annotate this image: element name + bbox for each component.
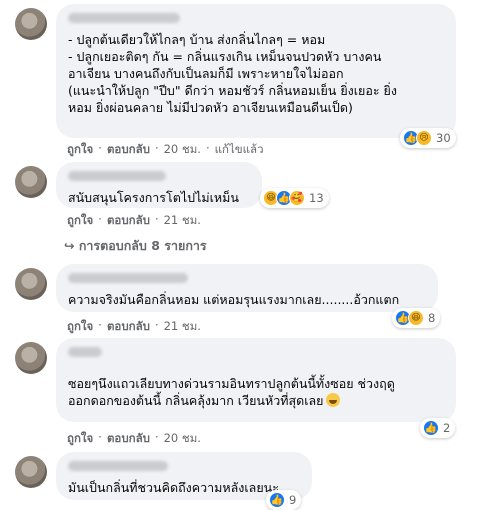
- view-replies-link[interactable]: ↪ การตอบกลับ 8 รายการ: [64, 236, 207, 256]
- timestamp[interactable]: 21 ชม.: [164, 212, 201, 230]
- comment-actions: ถูกใจ · ตอบกลับ · 20 ชม.: [67, 430, 201, 448]
- reaction-summary[interactable]: 👍 😆 8: [392, 308, 441, 328]
- separator: ·: [154, 141, 159, 155]
- reaction-summary[interactable]: 👍 2: [420, 418, 456, 438]
- haha-reaction-icon: 😆: [408, 310, 424, 326]
- reaction-summary[interactable]: 😆 👍 🥰 13: [260, 188, 329, 208]
- comment-text: ความจริงมันคือกลิ่นหอม แต่หอมรุนแรงมากเล…: [68, 292, 400, 307]
- separator: ·: [154, 212, 159, 226]
- comment-bubble: ซอยๆนึงแถวเลียบทางด่วนรามอินทราปลูกต้นนี…: [56, 338, 456, 422]
- separator: ·: [205, 141, 210, 155]
- reaction-summary[interactable]: 👍 😢 30: [400, 128, 456, 148]
- comment-bubble: - ปลูกต้นเดียวให้ไกลๆ บ้าน ส่งกลิ่นไกลๆ …: [56, 4, 456, 138]
- like-reaction-icon: 👍: [269, 492, 285, 508]
- like-button[interactable]: ถูกใจ: [67, 141, 93, 159]
- like-button[interactable]: ถูกใจ: [67, 430, 93, 448]
- author-name-blurred[interactable]: [68, 461, 168, 471]
- like-button[interactable]: ถูกใจ: [67, 318, 93, 336]
- reply-button[interactable]: ตอบกลับ: [107, 212, 150, 230]
- comment-actions: ถูกใจ · ตอบกลับ · 21 ชม.: [67, 318, 201, 336]
- comment-bubble: ความจริงมันคือกลิ่นหอม แต่หอมรุนแรงมากเล…: [56, 264, 438, 312]
- separator: ·: [98, 212, 102, 226]
- reaction-count: 30: [436, 131, 451, 145]
- reply-button[interactable]: ตอบกลับ: [107, 430, 150, 448]
- comment-text: - ปลูกต้นเดียวให้ไกลๆ บ้าน ส่งกลิ่นไกลๆ …: [68, 32, 397, 115]
- reply-button[interactable]: ตอบกลับ: [107, 318, 150, 336]
- timestamp[interactable]: 20 ชม.: [164, 430, 201, 448]
- comment-text-content: ซอยๆนึงแถวเลียบทางด่วนรามอินทราปลูกต้นนี…: [68, 376, 395, 408]
- reaction-count: 13: [309, 191, 324, 205]
- separator: ·: [98, 141, 102, 155]
- separator: ·: [154, 430, 159, 444]
- author-name-blurred[interactable]: [68, 13, 180, 23]
- comment-actions: ถูกใจ · ตอบกลับ · 20 ชม. · แก้ไขแล้ว: [67, 141, 264, 159]
- comment-text-content: สนับสนุนโครงการโตไปไม่เหม็น: [68, 190, 239, 205]
- reaction-summary[interactable]: 👍 9: [266, 490, 302, 510]
- avatar[interactable]: [15, 268, 47, 300]
- reply-button[interactable]: ตอบกลับ: [107, 141, 150, 159]
- separator: ·: [98, 430, 102, 444]
- laughing-emoji-icon: [326, 393, 341, 407]
- like-button[interactable]: ถูกใจ: [67, 212, 93, 230]
- separator: ·: [154, 318, 159, 332]
- avatar[interactable]: [15, 166, 47, 198]
- care-reaction-icon: 🥰: [289, 190, 305, 206]
- author-name-blurred[interactable]: [68, 347, 102, 357]
- reaction-count: 2: [443, 421, 451, 435]
- replies-label: การตอบกลับ 8 รายการ: [78, 238, 207, 253]
- comment-text: สนับสนุนโครงการโตไปไม่เหม็น: [68, 189, 250, 206]
- comment-text: ซอยๆนึงแถวเลียบทางด่วนรามอินทราปลูกต้นนี…: [68, 375, 444, 409]
- timestamp[interactable]: 21 ชม.: [164, 318, 201, 336]
- timestamp[interactable]: 20 ชม.: [164, 141, 201, 159]
- like-reaction-icon: 👍: [423, 420, 439, 436]
- reaction-count: 8: [428, 311, 436, 325]
- avatar[interactable]: [15, 8, 47, 40]
- author-name-blurred[interactable]: [68, 171, 166, 181]
- comment-bubble: สนับสนุนโครงการโตไปไม่เหม็น: [56, 162, 262, 208]
- reply-arrow-icon: ↪: [64, 238, 75, 253]
- edited-label[interactable]: แก้ไขแล้ว: [215, 141, 264, 159]
- sad-reaction-icon: 😢: [416, 130, 432, 146]
- comment-text: มันเป็นกลิ่นที่ชวนคิดถึงความหลังเลยนะ: [68, 480, 279, 495]
- comment-actions: ถูกใจ · ตอบกลับ · 21 ชม.: [67, 212, 201, 230]
- avatar[interactable]: [15, 342, 47, 374]
- author-name-blurred[interactable]: [68, 273, 188, 283]
- separator: ·: [98, 318, 102, 332]
- avatar[interactable]: [15, 456, 47, 488]
